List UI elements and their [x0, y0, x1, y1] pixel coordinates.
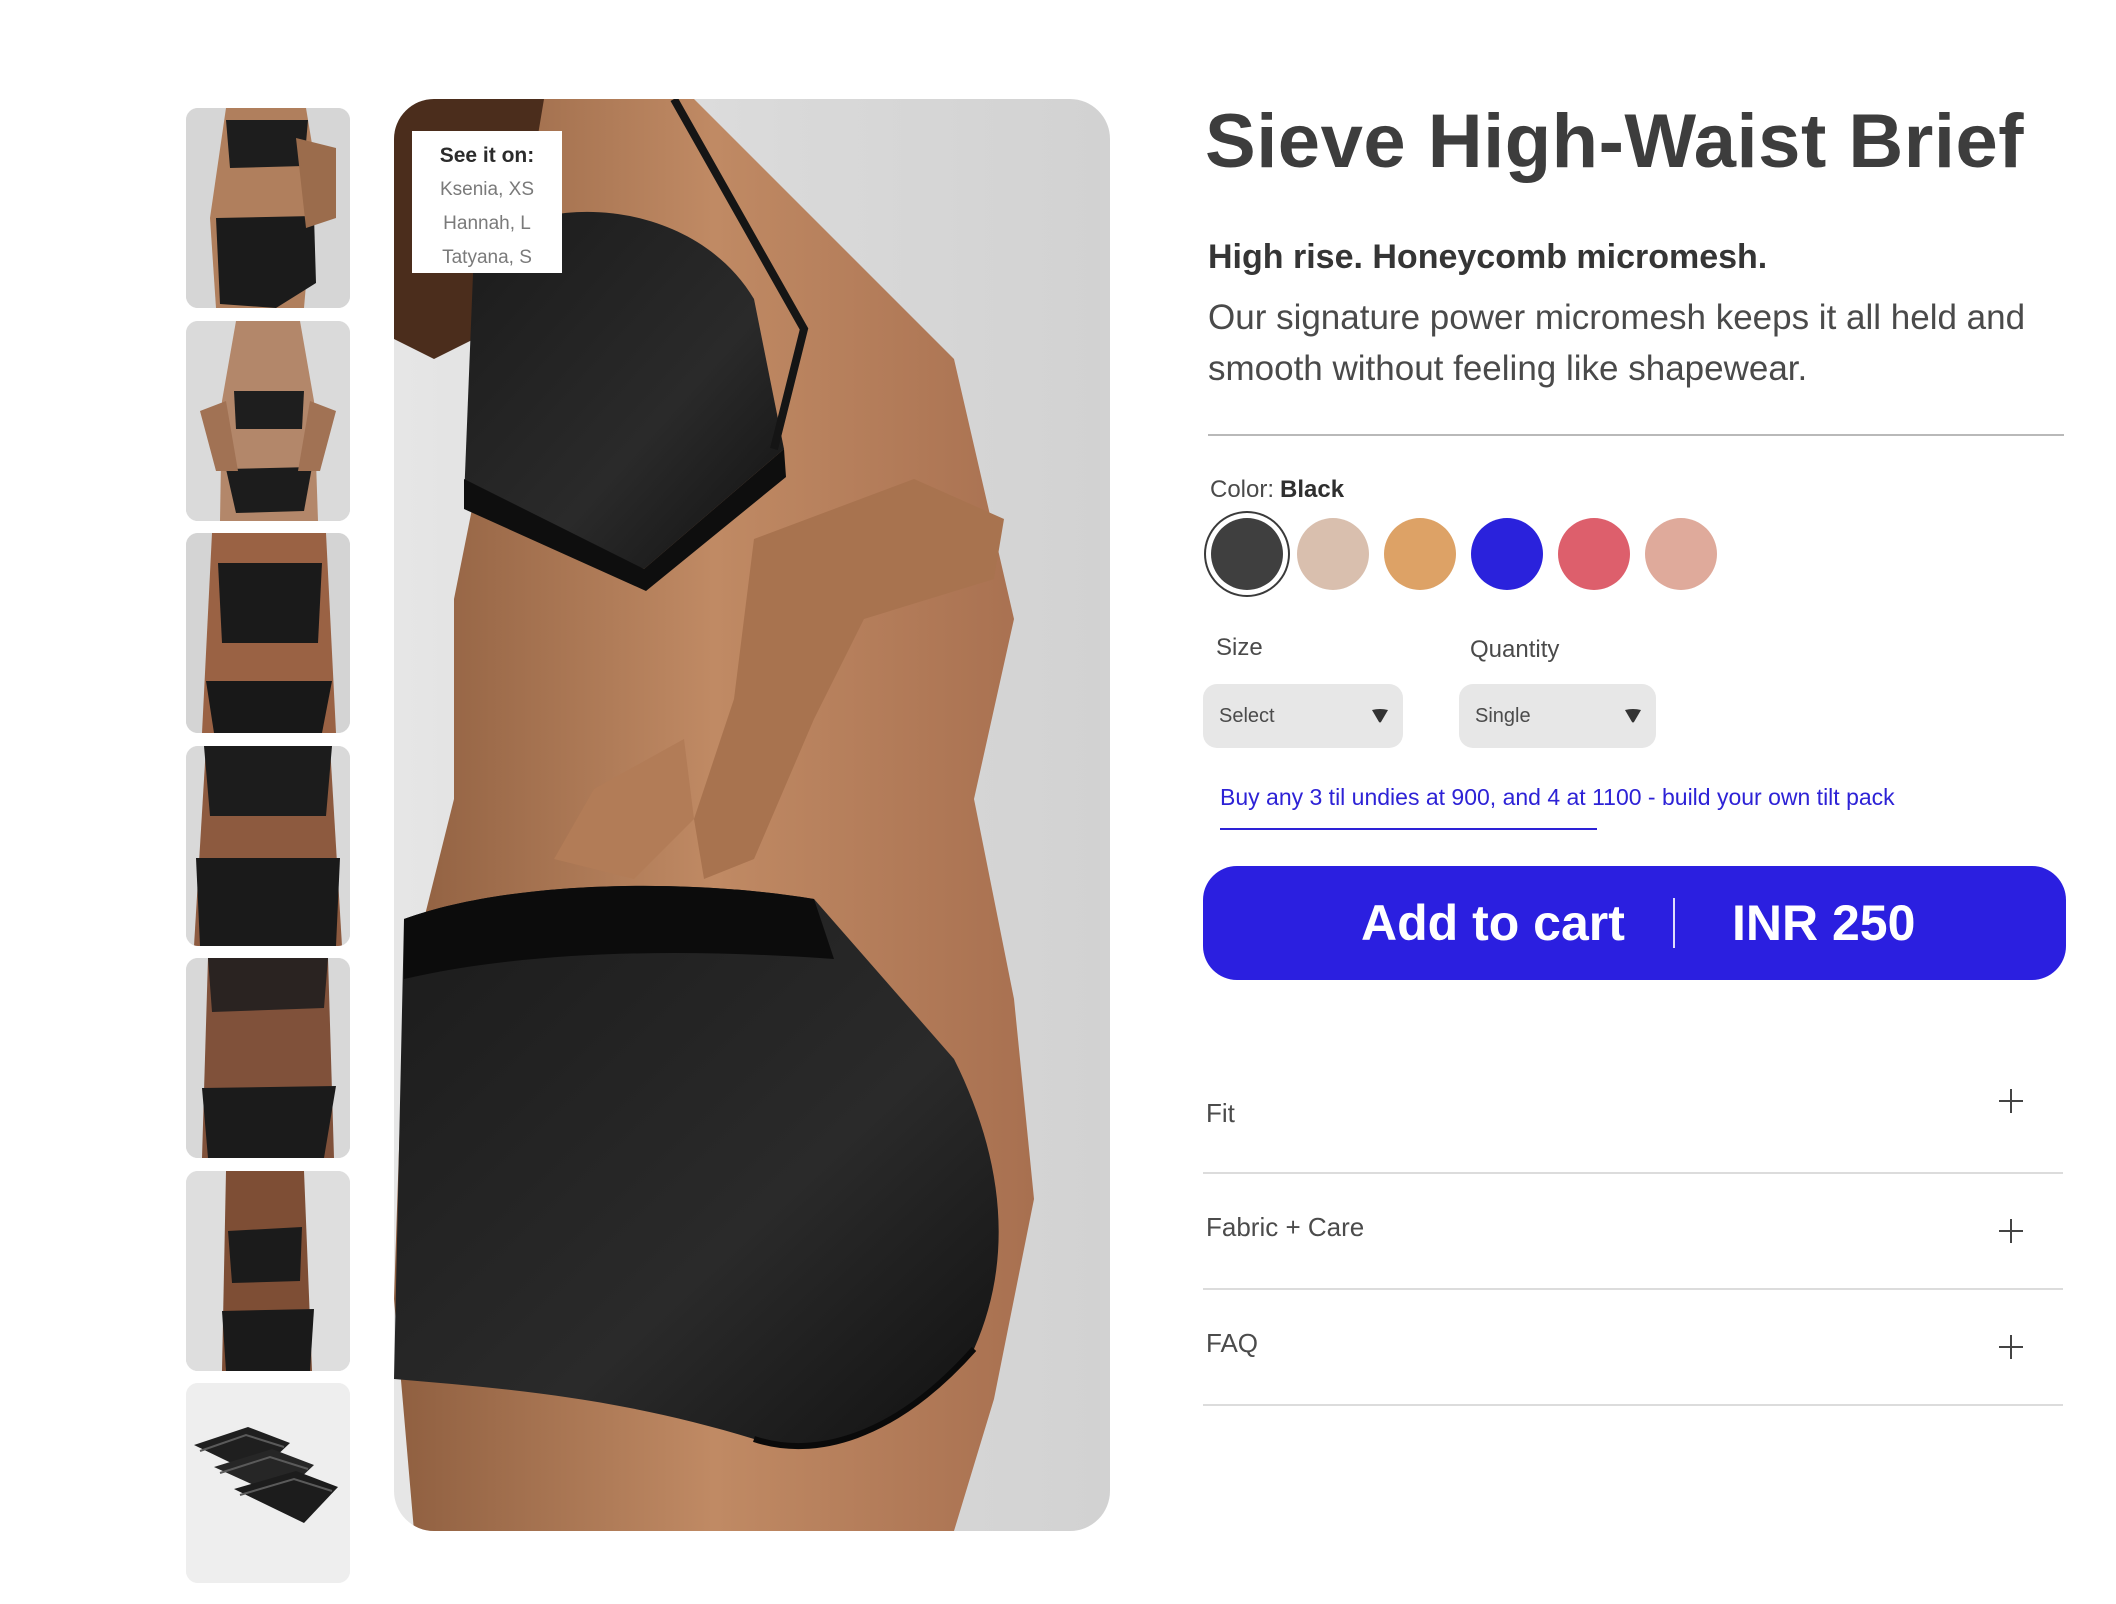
chevron-down-icon — [1625, 709, 1641, 723]
plus-icon — [1999, 1089, 2023, 1113]
thumbnail-1[interactable] — [186, 108, 350, 308]
see-it-on-heading: See it on: — [439, 144, 535, 167]
price: INR 250 — [1732, 895, 1916, 951]
size-select-value: Select — [1219, 705, 1275, 727]
add-to-cart-button[interactable]: Add to cart INR 250 — [1203, 866, 2066, 980]
accordion-fit-title: Fit — [1206, 1098, 1235, 1128]
see-it-on-card: See it on: Ksenia, XS Hannah, L Tatyana,… — [412, 131, 562, 273]
model-size-1: Ksenia, XS — [440, 179, 534, 200]
product-title: Sieve High-Waist Brief — [1205, 99, 2025, 184]
bundle-promo-link[interactable]: Buy any 3 til undies at 900, and 4 at 11… — [1220, 784, 1895, 811]
thumbnail-4[interactable] — [186, 746, 350, 946]
thumbnail-7[interactable] — [186, 1383, 350, 1583]
selected-color-name: Black — [1280, 476, 1345, 503]
accordion-fabric-care-title: Fabric + Care — [1206, 1212, 1365, 1242]
button-separator — [1673, 898, 1675, 948]
model-size-3: Tatyana, S — [442, 247, 532, 268]
accordion-faq-title: FAQ — [1206, 1328, 1259, 1358]
color-swatch-blush[interactable] — [1645, 518, 1717, 590]
accordion-fit[interactable]: Fit — [1203, 1058, 2063, 1174]
plus-icon — [1999, 1335, 2023, 1359]
model-size-2: Hannah, L — [443, 213, 531, 234]
main-product-image: See it on: Ksenia, XS Hannah, L Tatyana,… — [394, 99, 1110, 1531]
accordion-divider — [1203, 1404, 2063, 1406]
size-label: Size — [1216, 634, 1263, 661]
color-swatch-cobalt[interactable] — [1471, 518, 1543, 590]
accordion-faq[interactable]: FAQ — [1203, 1290, 2063, 1406]
color-swatch-caramel[interactable] — [1384, 518, 1456, 590]
thumbnail-3[interactable] — [186, 533, 350, 733]
quantity-label: Quantity — [1470, 636, 1560, 663]
plus-icon — [1999, 1219, 2023, 1243]
size-select[interactable]: Select — [1203, 684, 1403, 748]
color-swatch-beige[interactable] — [1297, 518, 1369, 590]
accordion-fabric-care[interactable]: Fabric + Care — [1203, 1174, 2063, 1290]
color-label: Color: Black — [1210, 476, 1344, 504]
thumbnail-5[interactable] — [186, 958, 350, 1158]
color-label-text: Color: — [1210, 476, 1275, 503]
thumbnail-2[interactable] — [186, 321, 350, 521]
product-tagline: High rise. Honeycomb micromesh. — [1208, 238, 1768, 276]
thumbnail-6[interactable] — [186, 1171, 350, 1371]
chevron-down-icon — [1372, 709, 1388, 723]
color-swatch-black[interactable] — [1211, 518, 1283, 590]
promo-underline — [1220, 828, 1597, 830]
divider — [1208, 434, 2064, 436]
quantity-select[interactable]: Single — [1459, 684, 1656, 748]
quantity-select-value: Single — [1475, 705, 1531, 727]
product-description: Our signature power micromesh keeps it a… — [1208, 298, 2026, 388]
color-swatch-coral[interactable] — [1558, 518, 1630, 590]
add-to-cart-label: Add to cart — [1361, 895, 1625, 951]
